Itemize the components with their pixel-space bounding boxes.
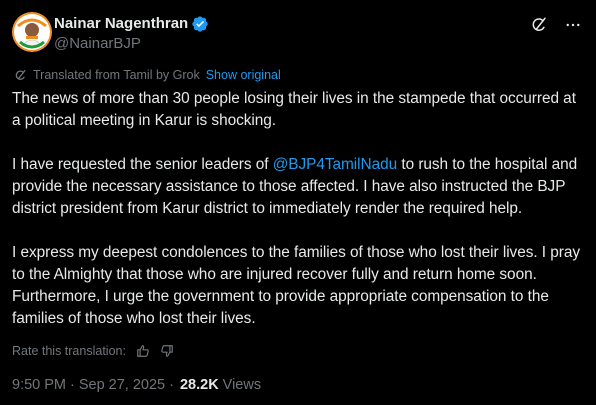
author-handle[interactable]: @NainarBJP <box>54 35 209 53</box>
more-options-icon[interactable] <box>562 14 584 36</box>
post-header: Nainar Nagenthran @NainarBJP <box>12 12 584 56</box>
meta-separator: · <box>70 377 75 393</box>
rate-translation-label: Rate this translation: <box>12 344 126 358</box>
views-label: Views <box>222 377 262 393</box>
author-display-name[interactable]: Nainar Nagenthran <box>54 15 188 33</box>
views-count[interactable]: 28.2K <box>180 377 219 393</box>
avatar[interactable] <box>12 12 52 52</box>
grok-icon[interactable] <box>528 14 550 36</box>
post-meta: 9:50 PM · Sep 27, 2025 · 28.2K Views <box>12 375 261 395</box>
post-paragraph-3: I express my deepest condolences to the … <box>12 244 581 327</box>
post-paragraph-1: The news of more than 30 people losing t… <box>12 90 576 129</box>
post-paragraph-2: I have requested the senior leaders of @… <box>12 154 587 220</box>
post-date[interactable]: Sep 27, 2025 <box>79 377 165 393</box>
post-paragraph-2-start: I have requested the senior leaders of <box>12 156 273 173</box>
post-time[interactable]: 9:50 PM <box>12 377 66 393</box>
meta-separator: · <box>169 377 174 393</box>
translation-label: Translated from Tamil by Grok <box>33 68 200 82</box>
rate-translation: Rate this translation: <box>12 342 174 360</box>
thumbs-up-icon[interactable] <box>136 344 150 358</box>
header-actions <box>528 14 584 36</box>
mention-link[interactable]: @BJP4TamilNadu <box>273 156 397 173</box>
post-body: The news of more than 30 people losing t… <box>12 88 587 352</box>
show-original-link[interactable]: Show original <box>206 68 281 82</box>
author-names: Nainar Nagenthran @NainarBJP <box>54 15 209 53</box>
name-row: Nainar Nagenthran <box>54 15 209 33</box>
thumbs-down-icon[interactable] <box>160 344 174 358</box>
verified-badge-icon[interactable] <box>191 15 209 33</box>
grok-small-icon <box>14 69 27 82</box>
translation-notice: Translated from Tamil by Grok Show origi… <box>14 67 281 83</box>
